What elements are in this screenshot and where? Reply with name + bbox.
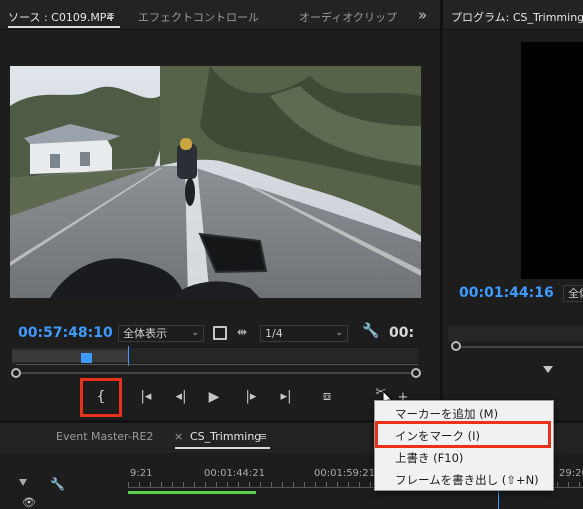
source-zoom-select[interactable]: 全体表示 ⌄	[118, 325, 204, 342]
source-playhead[interactable]	[81, 353, 92, 363]
mark-in-menu-highlight	[375, 421, 551, 448]
source-tab-menu-icon[interactable]: ≡	[106, 9, 115, 22]
active-timeline-tab-underline	[175, 447, 270, 449]
timeline-snap-icon[interactable]	[19, 479, 27, 486]
go-to-out-icon[interactable]: ▸|	[276, 389, 296, 405]
program-marker-icon[interactable]	[543, 366, 553, 373]
active-tab-underline	[8, 26, 120, 28]
panel-expand-icon[interactable]: »	[418, 6, 427, 24]
tab-effect-controls[interactable]: エフェクトコントロール	[138, 9, 259, 25]
program-navigator-bar[interactable]	[448, 326, 583, 341]
step-forward-icon[interactable]: |▸	[241, 389, 261, 405]
close-tab-icon[interactable]: ×	[174, 430, 183, 443]
source-playhead-line	[128, 346, 129, 366]
step-back-icon[interactable]: ◂|	[171, 389, 191, 405]
tab-program[interactable]: プログラム: CS_Trimming	[451, 9, 583, 25]
timeline-ruler-label: 9:21	[130, 468, 153, 479]
menu-item-add-marker[interactable]: マーカーを追加 (M)	[395, 406, 498, 422]
timeline-tab-menu-icon[interactable]: ≡	[258, 430, 267, 443]
play-icon[interactable]: ▶	[204, 389, 224, 405]
source-timecode[interactable]: 00:57:48:10	[18, 325, 113, 341]
source-duration-timecode: 00:	[389, 325, 415, 341]
panel-divider[interactable]	[440, 0, 443, 420]
tab-cs-trimming[interactable]: CS_Trimming	[190, 430, 261, 443]
source-zoom-select-value: 全体表示	[123, 327, 167, 340]
timeline-wrench-icon[interactable]: 🔧	[50, 477, 65, 491]
tab-event-master[interactable]: Event Master-RE2	[56, 430, 153, 443]
wrench-icon[interactable]: 🔧	[362, 323, 379, 339]
program-zoom-select[interactable]: 全体	[563, 285, 583, 302]
program-video-frame	[521, 42, 583, 279]
insert-icon[interactable]: ⧈	[317, 389, 337, 405]
mark-in-icon[interactable]: {	[91, 389, 111, 405]
source-video-frame	[10, 66, 421, 298]
program-timecode[interactable]: 00:01:44:16	[459, 285, 554, 301]
tab-source[interactable]: ソース : C0109.MP4	[8, 9, 113, 25]
program-zoom-select-value: 全体	[568, 287, 583, 300]
timeline-ruler-label: 00:01:44:21	[204, 468, 266, 479]
tab-audio-clip-mixer[interactable]: オーディオクリップ	[299, 9, 397, 25]
scrollbar-left-handle[interactable]	[11, 368, 21, 378]
toggle-track-output-icon[interactable]: 👁	[22, 496, 36, 509]
timeline-ruler-label: 29:20	[559, 468, 583, 479]
playback-resolution-select[interactable]: 1/4 ⌄	[260, 325, 348, 342]
chevron-down-icon: ⌄	[335, 328, 343, 338]
source-in-out-range	[12, 350, 128, 362]
program-zoom-scrollbar[interactable]	[456, 346, 583, 348]
safe-margins-icon[interactable]	[213, 326, 227, 340]
insert-overlay-toggle-icon[interactable]: ⇹	[237, 325, 247, 339]
menu-item-overwrite[interactable]: 上書き (F10)	[395, 450, 463, 466]
timeline-work-area[interactable]	[128, 491, 256, 494]
playback-resolution-value: 1/4	[265, 327, 283, 340]
menu-item-export-frame[interactable]: フレームを書き出し (⇧+N)	[395, 472, 539, 488]
go-to-in-icon[interactable]: |◂	[136, 389, 156, 405]
chevron-down-icon: ⌄	[191, 328, 199, 338]
source-zoom-scrollbar[interactable]	[16, 372, 418, 374]
source-timeline-ruler	[16, 364, 418, 365]
scrollbar-right-handle[interactable]	[411, 368, 421, 378]
scrollbar-left-handle[interactable]	[451, 341, 461, 351]
timeline-ruler-label: 00:01:59:21	[314, 468, 376, 479]
